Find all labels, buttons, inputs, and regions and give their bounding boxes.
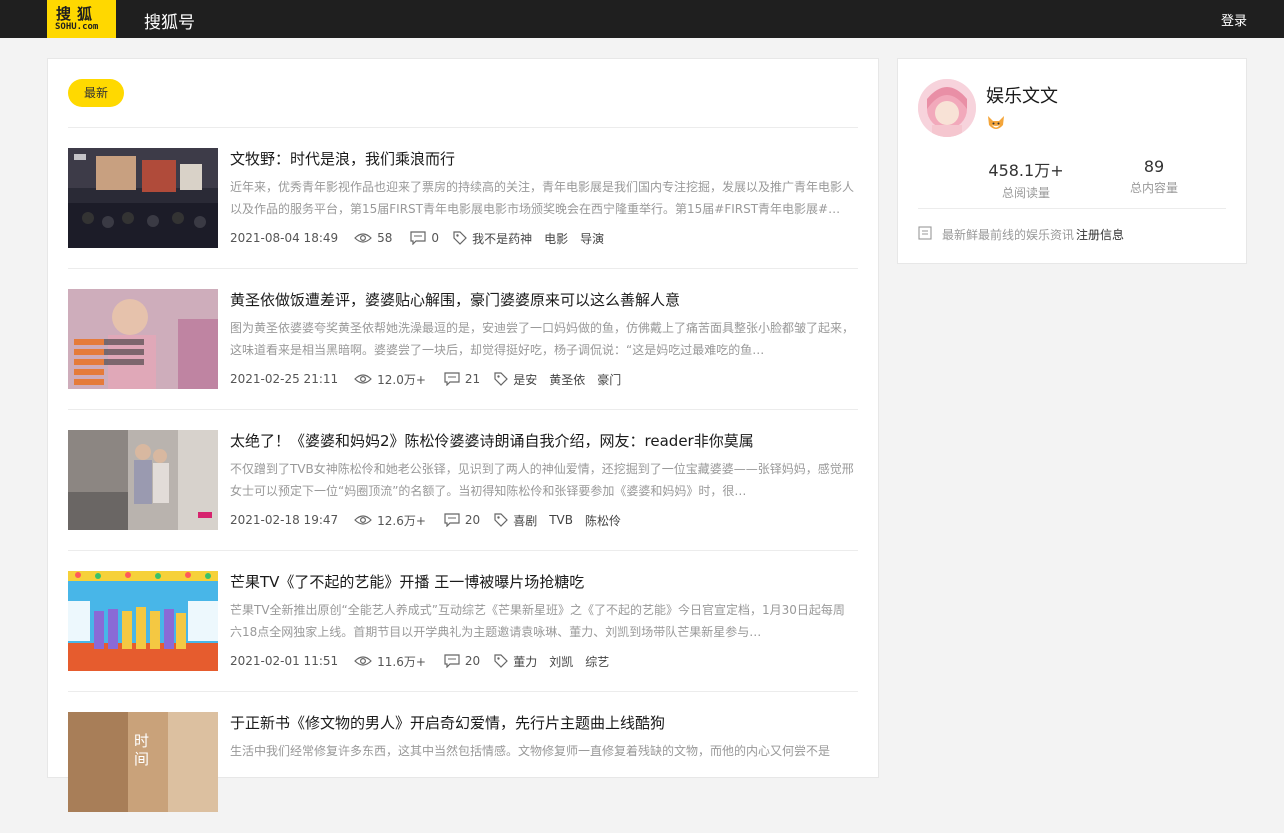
login-button[interactable]: 登录 — [1221, 10, 1247, 29]
tag-icon — [494, 654, 509, 668]
top-bar: 搜狐 SOHU.com 搜狐号 登录 — [0, 0, 1284, 38]
article-comments: 20 — [464, 654, 481, 668]
article-tag[interactable]: 刘凯 — [549, 653, 573, 670]
eye-icon — [354, 232, 372, 244]
article-meta: 2021-02-25 21:11 12.0万+ 21 是安 黄圣依 豪门 — [230, 371, 633, 387]
article-title[interactable]: 太绝了！《婆婆和妈妈2》陈松伶婆婆诗朗诵自我介绍，网友：reader非你莫属 — [230, 430, 754, 451]
article-meta: 2021-02-18 19:47 12.6万+ 20 喜剧 TVB 陈松伶 — [230, 512, 633, 528]
author-intro: 最新鲜最前线的娱乐资讯 注册信息 — [918, 226, 1124, 243]
article-item[interactable]: 文牧野：时代是浪，我们乘浪而行 近年来，优秀青年影视作品也迎来了票房的持续高的关… — [68, 128, 858, 269]
article-views: 12.0万+ — [377, 372, 426, 387]
article-summary: 不仅蹭到了TVB女神陈松伶和她老公张铎，见识到了两人的神仙爱情，还挖掘到了一位宝… — [230, 462, 854, 498]
article-date: 2021-02-01 11:51 — [230, 654, 339, 668]
logo-text-en: SOHU.com — [55, 22, 99, 32]
article-tag[interactable]: 董力 — [513, 653, 537, 670]
article-meta: 2021-08-04 18:49 58 0 我不是药神 电影 导演 — [230, 230, 616, 246]
fox-icon — [986, 113, 1006, 137]
eye-icon — [354, 514, 372, 526]
author-card: 娱乐文文 458.1万+ 总阅读量 89 总内容量 最新鲜最前线的娱乐资讯 注册… — [897, 58, 1247, 264]
comment-icon — [444, 654, 460, 668]
thumbnail-text: 时间 — [134, 732, 150, 768]
article-tag[interactable]: 我不是药神 — [472, 230, 532, 247]
article-tag[interactable]: 导演 — [580, 230, 604, 247]
author-name[interactable]: 娱乐文文 — [986, 82, 1058, 108]
article-thumbnail[interactable] — [68, 289, 218, 389]
comment-icon — [444, 372, 460, 386]
tag-icon — [453, 231, 467, 245]
article-tag[interactable]: 是安 — [513, 371, 537, 388]
site-name[interactable]: 搜狐号 — [144, 8, 195, 33]
article-tag[interactable]: 电影 — [544, 230, 568, 247]
tag-icon — [494, 513, 509, 527]
article-views: 11.6万+ — [377, 654, 426, 669]
divider — [918, 208, 1226, 209]
article-tag[interactable]: TVB — [549, 513, 573, 527]
article-title[interactable]: 文牧野：时代是浪，我们乘浪而行 — [230, 148, 455, 169]
article-summary: 生活中我们经常修复许多东西，这其中当然包括情感。文物修复师一直修复着残缺的文物，… — [230, 744, 831, 758]
stat-total-content: 89 总内容量 — [1094, 157, 1214, 196]
article-date: 2021-02-25 21:11 — [230, 372, 339, 386]
article-meta: 2021-02-01 11:51 11.6万+ 20 董力 刘凯 综艺 — [230, 653, 621, 669]
stat-label: 总内容量 — [1129, 181, 1178, 195]
avatar[interactable] — [918, 79, 976, 137]
tab-latest[interactable]: 最新 — [68, 79, 124, 107]
article-comments: 0 — [431, 231, 440, 245]
stat-label: 总阅读量 — [1001, 186, 1050, 200]
article-title[interactable]: 于正新书《修文物的男人》开启奇幻爱情，先行片主题曲上线酷狗 — [230, 712, 665, 733]
article-item[interactable]: 黄圣依做饭遭差评，婆婆贴心解围，豪门婆婆原来可以这么善解人意 图为黄圣依婆婆夸奖… — [68, 269, 858, 410]
logo-text-cn: 搜狐 — [56, 5, 99, 23]
article-tag[interactable]: 豪门 — [597, 371, 621, 388]
stat-value: 458.1万+ — [988, 161, 1064, 180]
article-item[interactable]: 芒果TV《了不起的艺能》开播 王一博被曝片场抢糖吃 芒果TV全新推出原创“全能艺… — [68, 551, 858, 692]
article-tag[interactable]: 黄圣依 — [549, 371, 585, 388]
article-summary: 芒果TV全新推出原创“全能艺人养成式”互动综艺《芒果新星班》之《了不起的艺能》今… — [230, 603, 845, 639]
register-info-link[interactable]: 注册信息 — [1076, 226, 1124, 243]
article-comments: 20 — [464, 513, 481, 527]
article-tag[interactable]: 综艺 — [585, 653, 609, 670]
eye-icon — [354, 373, 372, 385]
article-item[interactable]: 时间 于正新书《修文物的男人》开启奇幻爱情，先行片主题曲上线酷狗 生活中我们经常… — [68, 692, 858, 833]
document-icon — [918, 226, 932, 243]
article-views: 12.6万+ — [377, 513, 426, 528]
article-thumbnail[interactable] — [68, 148, 218, 248]
article-item[interactable]: 太绝了！《婆婆和妈妈2》陈松伶婆婆诗朗诵自我介绍，网友：reader非你莫属 不… — [68, 410, 858, 551]
eye-icon — [354, 655, 372, 667]
sohu-logo[interactable]: 搜狐 SOHU.com — [47, 0, 116, 38]
tag-icon — [494, 372, 509, 386]
article-thumbnail[interactable]: 时间 — [68, 712, 218, 812]
comment-icon — [410, 231, 427, 245]
article-date: 2021-08-04 18:49 — [230, 231, 339, 245]
stat-total-reads: 458.1万+ 总阅读量 — [966, 157, 1086, 201]
article-thumbnail[interactable] — [68, 430, 218, 530]
stat-value: 89 — [1143, 157, 1165, 176]
article-comments: 21 — [464, 372, 481, 386]
article-views: 58 — [377, 231, 393, 245]
article-tag[interactable]: 喜剧 — [513, 512, 537, 529]
article-summary: 图为黄圣依婆婆夸奖黄圣依帮她洗澡最逗的是，安迪尝了一口妈妈做的鱼，仿佛戴上了痛苦… — [230, 321, 855, 357]
article-list-panel: 最新 文牧野：时代是浪，我们乘浪而行 近年来，优秀青年影视作品也迎来了票房的持续… — [47, 58, 879, 812]
comment-icon — [444, 513, 460, 527]
intro-text: 最新鲜最前线的娱乐资讯 — [942, 228, 1075, 242]
article-summary: 近年来，优秀青年影视作品也迎来了票房的持续高的关注，青年电影展是我们国内专注挖掘… — [230, 180, 855, 216]
article-date: 2021-02-18 19:47 — [230, 513, 339, 527]
article-tag[interactable]: 陈松伶 — [585, 512, 621, 529]
article-title[interactable]: 芒果TV《了不起的艺能》开播 王一博被曝片场抢糖吃 — [230, 571, 584, 592]
article-title[interactable]: 黄圣依做饭遭差评，婆婆贴心解围，豪门婆婆原来可以这么善解人意 — [230, 289, 680, 310]
article-thumbnail[interactable] — [68, 571, 218, 671]
